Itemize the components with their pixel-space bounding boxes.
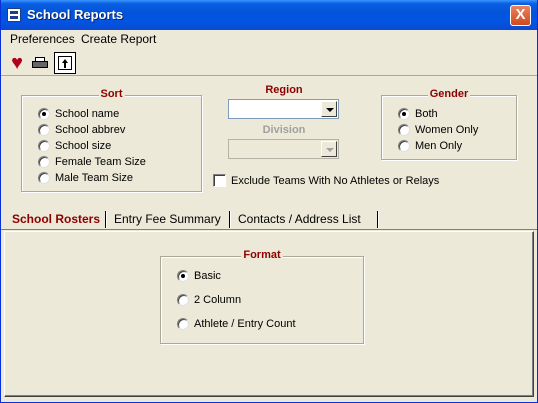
exclude-teams-checkbox-row[interactable]: Exclude Teams With No Athletes or Relays bbox=[213, 174, 439, 187]
print-button[interactable] bbox=[29, 52, 51, 74]
close-button[interactable]: X bbox=[510, 5, 531, 26]
radio-button[interactable] bbox=[177, 294, 189, 306]
tab-school-rosters[interactable]: School Rosters bbox=[6, 211, 106, 229]
sort-group-title: Sort bbox=[98, 88, 125, 100]
gender-group-title: Gender bbox=[427, 88, 471, 100]
up-arrow-icon bbox=[58, 56, 72, 70]
tab-separator bbox=[105, 211, 107, 228]
chevron-down-icon bbox=[321, 141, 337, 157]
exclude-teams-checkbox[interactable] bbox=[213, 174, 226, 187]
tab-separator bbox=[229, 211, 231, 228]
format-option-athlete-entry-count[interactable]: Athlete / Entry Count bbox=[177, 317, 296, 331]
tab-entry-fee-summary[interactable]: Entry Fee Summary bbox=[108, 211, 227, 229]
menu-bar: Preferences Create Report bbox=[1, 30, 537, 49]
format-option-basic[interactable]: Basic bbox=[177, 269, 221, 283]
tab-panel-school-rosters: Format Basic 2 Column Athlete / Entry Co… bbox=[4, 231, 534, 397]
up-level-button[interactable] bbox=[54, 52, 76, 74]
chevron-down-icon[interactable] bbox=[321, 101, 337, 117]
printer-icon bbox=[32, 57, 48, 69]
region-label: Region bbox=[265, 84, 303, 96]
gender-option-both[interactable]: Both bbox=[398, 107, 438, 121]
sort-option-male-team-size[interactable]: Male Team Size bbox=[38, 171, 133, 185]
radio-button[interactable] bbox=[38, 124, 50, 136]
window-title: School Reports bbox=[27, 7, 124, 22]
exclude-teams-label: Exclude Teams With No Athletes or Relays bbox=[231, 174, 440, 187]
tab-contacts-address-list[interactable]: Contacts / Address List bbox=[232, 211, 367, 229]
division-select bbox=[228, 139, 339, 159]
gender-group: Gender Both Women Only Men Only bbox=[381, 88, 517, 160]
school-reports-window: School Reports X Preferences Create Repo… bbox=[0, 0, 538, 403]
menu-create-report[interactable]: Create Report bbox=[81, 32, 156, 46]
favorite-button[interactable]: ♥ bbox=[6, 52, 28, 74]
radio-button[interactable] bbox=[38, 156, 50, 168]
tab-separator bbox=[377, 211, 379, 228]
format-group-title: Format bbox=[241, 249, 283, 261]
sort-option-female-team-size[interactable]: Female Team Size bbox=[38, 155, 146, 169]
menu-preferences[interactable]: Preferences bbox=[10, 32, 75, 46]
app-icon bbox=[7, 8, 21, 22]
toolbar: ♥ bbox=[1, 50, 537, 76]
gender-option-men-only[interactable]: Men Only bbox=[398, 139, 462, 153]
radio-button[interactable] bbox=[177, 270, 189, 282]
heart-icon: ♥ bbox=[11, 52, 23, 74]
radio-button[interactable] bbox=[398, 124, 410, 136]
radio-button[interactable] bbox=[38, 140, 50, 152]
sort-group: Sort School name School abbrev School si… bbox=[21, 88, 202, 192]
division-label: Division bbox=[262, 124, 306, 136]
radio-button[interactable] bbox=[398, 140, 410, 152]
format-option-2-column[interactable]: 2 Column bbox=[177, 293, 241, 307]
format-group: Format Basic 2 Column Athlete / Entry Co… bbox=[160, 249, 364, 344]
radio-button[interactable] bbox=[38, 108, 50, 120]
radio-button[interactable] bbox=[38, 172, 50, 184]
region-select[interactable] bbox=[228, 99, 339, 119]
radio-button[interactable] bbox=[398, 108, 410, 120]
report-tabs: School Rosters Entry Fee Summary Contact… bbox=[1, 208, 537, 230]
radio-button[interactable] bbox=[177, 318, 189, 330]
sort-option-school-abbrev[interactable]: School abbrev bbox=[38, 123, 125, 137]
sort-option-school-size[interactable]: School size bbox=[38, 139, 111, 153]
sort-option-school-name[interactable]: School name bbox=[38, 107, 119, 121]
gender-option-women-only[interactable]: Women Only bbox=[398, 123, 478, 137]
title-bar[interactable]: School Reports X bbox=[1, 0, 537, 30]
